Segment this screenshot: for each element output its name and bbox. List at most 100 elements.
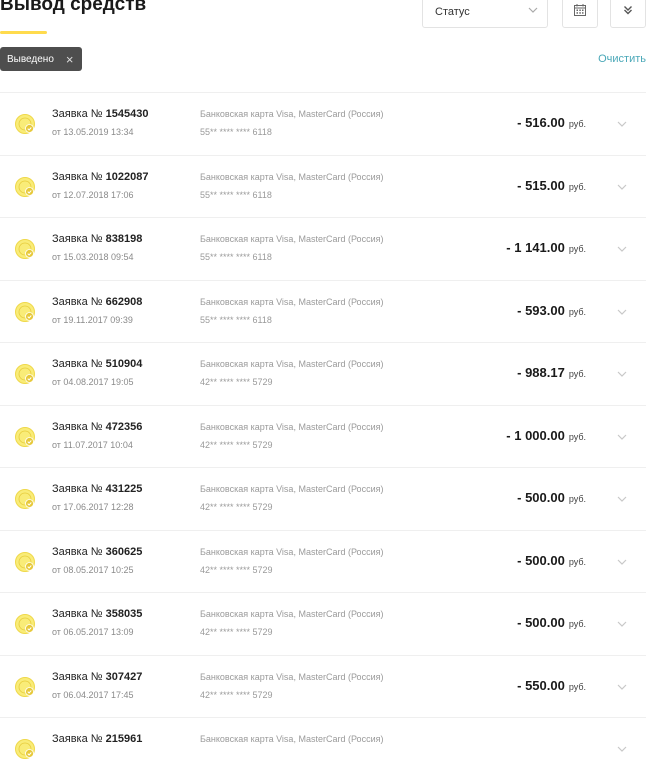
amount-value: - 593.00 xyxy=(517,302,565,318)
coin-check-icon xyxy=(14,676,36,703)
withdrawal-amount: - 1 000.00 руб. xyxy=(506,428,586,443)
request-label: Заявка № xyxy=(52,608,103,620)
withdrawal-row[interactable]: Заявка № 662908 от 19.11.2017 09:39 Банков… xyxy=(0,279,646,343)
withdrawal-amount: - 1 141.00 руб. xyxy=(506,240,586,255)
withdrawal-row[interactable]: Заявка № 1022087 от 12.07.2018 17:06 Банко… xyxy=(0,154,646,218)
withdrawal-row[interactable]: Заявка № 472356 от 11.07.2017 10:04 Банков… xyxy=(0,404,646,468)
close-icon[interactable]: × xyxy=(66,53,74,66)
card-number: 55** **** **** 6118 xyxy=(200,252,272,262)
currency: руб. xyxy=(568,494,586,504)
request-number: Заявка № 1022087 xyxy=(52,171,148,183)
currency: руб. xyxy=(568,369,586,379)
request-id: 215961 xyxy=(105,733,143,745)
withdrawal-row[interactable]: Заявка № 431225 от 17.06.2017 12:28 Банков… xyxy=(0,467,646,530)
withdrawal-list: Заявка № 1545430 от 13.05.2019 13:34 Банко… xyxy=(0,92,646,780)
amount-value: - 500.00 xyxy=(517,552,565,568)
chevron-down-icon[interactable] xyxy=(616,242,628,260)
coin-check-icon xyxy=(14,426,36,453)
title-underline xyxy=(0,31,47,34)
currency: руб. xyxy=(568,556,586,567)
request-date: от 11.07.2017 10:04 xyxy=(52,439,133,450)
withdrawal-amount: - 550.00 руб. xyxy=(517,678,586,693)
chevron-down-icon[interactable] xyxy=(616,492,628,510)
request-id: 472356 xyxy=(105,420,143,433)
request-number: Заявка № 215961 xyxy=(52,733,142,745)
card-number: 42** **** **** 5729 xyxy=(200,439,273,450)
coin-check-icon xyxy=(14,113,36,140)
card-number: 42** **** **** 5729 xyxy=(200,377,273,387)
currency: руб. xyxy=(568,244,586,254)
request-date: от 08.05.2017 10:25 xyxy=(52,564,134,575)
request-date: от 15.03.2018 09:54 xyxy=(52,252,134,262)
card-number: 42** **** **** 5729 xyxy=(200,689,273,700)
request-date: от 04.08.2017 19:05 xyxy=(52,377,134,387)
currency: руб. xyxy=(568,681,586,692)
page-title: Вывод средств xyxy=(0,0,147,15)
chevron-down-icon[interactable] xyxy=(616,680,628,698)
expand-all-button[interactable] xyxy=(610,0,646,28)
coin-check-icon xyxy=(14,613,36,640)
amount-value: - 500.00 xyxy=(517,490,565,505)
card-number: 55** **** **** 6118 xyxy=(200,189,272,200)
payment-method: Банковская карта Visa, MasterCard (Росси… xyxy=(200,359,384,369)
coin-check-icon xyxy=(14,176,36,203)
payment-method: Банковская карта Visa, MasterCard (Росси… xyxy=(200,734,384,744)
card-number: 42** **** **** 5729 xyxy=(200,564,273,575)
payment-method: Банковская карта Visa, MasterCard (Росси… xyxy=(200,609,384,619)
withdrawal-row[interactable]: Заявка № 510904 от 04.08.2017 19:05 Банков… xyxy=(0,342,646,405)
calendar-icon xyxy=(573,3,587,22)
payment-method: Банковская карта Visa, MasterCard (Росси… xyxy=(200,234,384,244)
card-number: 55** **** **** 6118 xyxy=(200,127,272,137)
request-label: Заявка № xyxy=(52,358,103,370)
payment-method: Банковская карта Visa, MasterCard (Росси… xyxy=(200,296,384,307)
request-id: 662908 xyxy=(105,295,143,308)
withdrawal-amount: - 516.00 руб. xyxy=(517,115,586,130)
currency: руб. xyxy=(568,181,586,192)
status-filter-label: Статус xyxy=(435,6,470,18)
chevron-down-icon[interactable] xyxy=(616,117,628,135)
request-label: Заявка № xyxy=(52,670,103,683)
coin-check-icon xyxy=(14,738,36,765)
coin-check-icon xyxy=(14,301,36,328)
withdrawal-row[interactable]: Заявка № 360625 от 08.05.2017 10:25 Банков… xyxy=(0,529,646,593)
request-number: Заявка № 838198 xyxy=(52,233,142,245)
request-number: Заявка № 1545430 xyxy=(52,108,148,120)
chevron-down-icon[interactable] xyxy=(616,617,628,635)
request-label: Заявка № xyxy=(52,733,103,745)
request-number: Заявка № 358035 xyxy=(52,608,142,620)
request-date: от 12.07.2018 17:06 xyxy=(52,189,134,200)
chevron-down-icon xyxy=(527,3,539,21)
request-label: Заявка № xyxy=(52,233,103,245)
chevron-down-icon[interactable] xyxy=(616,430,628,448)
withdrawal-row[interactable]: Заявка № 307427 от 06.04.2017 17:45 Банков… xyxy=(0,654,646,718)
currency: руб. xyxy=(568,119,586,129)
request-id: 360625 xyxy=(105,545,143,558)
withdrawal-row[interactable]: Заявка № 1545430 от 13.05.2019 13:34 Банко… xyxy=(0,92,646,155)
amount-value: - 550.00 xyxy=(517,677,565,693)
payment-method: Банковская карта Visa, MasterCard (Росси… xyxy=(200,171,384,182)
status-filter-select[interactable]: Статус xyxy=(422,0,548,28)
request-id: 510904 xyxy=(105,358,143,370)
request-number: Заявка № 360625 xyxy=(52,546,142,558)
withdrawal-amount: - 515.00 руб. xyxy=(517,178,586,193)
clear-filters-link[interactable]: Очистить xyxy=(598,53,646,65)
withdrawal-amount: - 988.17 руб. xyxy=(517,365,586,380)
withdrawal-amount: - 500.00 руб. xyxy=(517,615,586,630)
chevron-down-icon[interactable] xyxy=(616,367,628,385)
filter-chip-withdrawn: Выведено × xyxy=(0,47,83,71)
request-id: 307427 xyxy=(105,670,143,683)
chevron-down-icon[interactable] xyxy=(616,555,628,573)
withdrawal-row[interactable]: Заявка № 358035 от 06.05.2017 13:09 Банков… xyxy=(0,592,646,655)
request-date: от 06.05.2017 13:09 xyxy=(52,627,134,637)
coin-check-icon xyxy=(14,363,36,390)
coin-check-icon xyxy=(14,488,36,515)
chevron-down-icon[interactable] xyxy=(616,180,628,198)
withdrawal-amount: - 500.00 руб. xyxy=(517,490,586,505)
amount-value: - 516.00 xyxy=(517,115,565,130)
withdrawal-row[interactable]: Заявка № 838198 от 15.03.2018 09:54 Банков… xyxy=(0,217,646,280)
amount-value: - 515.00 xyxy=(517,177,565,193)
withdrawal-row[interactable]: Заявка № 215961 Банковская карта Visa, Ma… xyxy=(0,717,646,780)
chevron-down-icon[interactable] xyxy=(616,305,628,323)
request-number: Заявка № 431225 xyxy=(52,483,142,495)
calendar-button[interactable] xyxy=(562,0,598,28)
